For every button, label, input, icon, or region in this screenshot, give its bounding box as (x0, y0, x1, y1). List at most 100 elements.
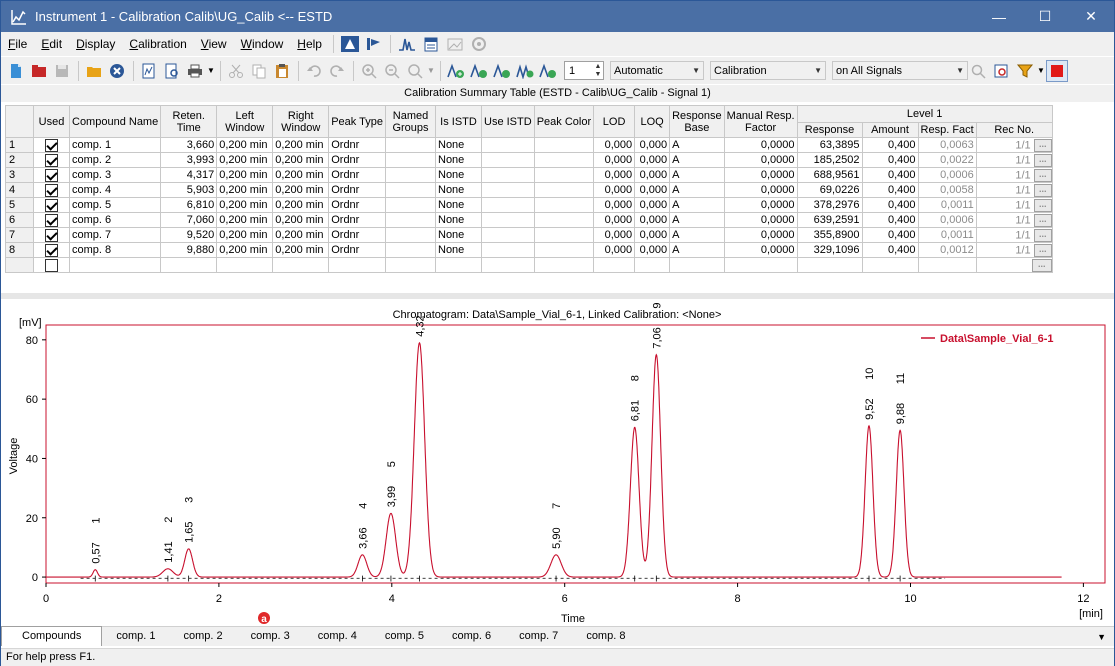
new-file-icon[interactable] (5, 60, 27, 82)
amount-cell[interactable]: 0,400 (861, 212, 919, 228)
right-window-cell[interactable]: 0,200 min (272, 197, 330, 213)
amount-cell[interactable]: 0,400 (861, 197, 919, 213)
named-groups-cell[interactable] (385, 212, 436, 228)
zoom-out-icon[interactable] (381, 60, 403, 82)
peak-type-cell[interactable]: Ordnr (328, 137, 386, 153)
response-cell[interactable]: 355,8900 (796, 227, 863, 243)
manual-resp-factor-cell[interactable]: 0,0000 (723, 242, 798, 258)
left-window-cell[interactable]: 0,200 min (216, 137, 274, 153)
response-cell[interactable]: 329,1096 (796, 242, 863, 258)
peak-color-cell[interactable] (533, 137, 595, 153)
used-checkbox[interactable] (45, 138, 58, 152)
table-row[interactable]: 4 comp. 4 5,903 0,200 min 0,200 min Ordnr None… (5, 182, 1053, 198)
table-row[interactable]: 5 comp. 5 6,810 0,200 min 0,200 min Ordnr None… (5, 197, 1053, 213)
table-row[interactable]: 7 comp. 7 9,520 0,200 min 0,200 min Ordnr None… (5, 227, 1053, 243)
amount-cell[interactable]: 0,400 (861, 182, 919, 198)
is-istd-cell[interactable]: None (435, 167, 482, 183)
named-groups-cell[interactable] (385, 227, 436, 243)
menu-window[interactable]: Window (234, 37, 291, 51)
used-cell[interactable] (33, 182, 70, 198)
lod-cell[interactable]: 0,000 (593, 182, 636, 198)
peak-type-cell[interactable]: Ordnr (328, 212, 386, 228)
table-row[interactable]: 8 comp. 8 9,880 0,200 min 0,200 min Ordnr None… (5, 242, 1053, 258)
peak-multi-icon[interactable] (514, 60, 536, 82)
right-window-cell[interactable]: 0,200 min (272, 152, 330, 168)
reten-time-cell[interactable]: 9,880 (160, 242, 218, 258)
tab-comp-8[interactable]: comp. 8 (572, 628, 639, 646)
used-cell[interactable] (33, 197, 70, 213)
used-checkbox[interactable] (45, 213, 58, 227)
compound-name-cell[interactable]: comp. 6 (68, 212, 162, 228)
close-button[interactable]: ✕ (1068, 1, 1114, 32)
right-window-cell[interactable]: 0,200 min (272, 242, 330, 258)
table-row[interactable]: 3 comp. 3 4,317 0,200 min 0,200 min Ordnr None… (5, 167, 1053, 183)
use-istd-cell[interactable] (481, 137, 535, 153)
peak-color-cell[interactable] (533, 212, 595, 228)
rec-no-cell[interactable]: 1/1 ... (975, 212, 1053, 228)
lod-cell[interactable]: 0,000 (593, 212, 636, 228)
tabs-dropdown-icon[interactable]: ▼ (1097, 632, 1106, 642)
right-window-cell[interactable]: 0,200 min (272, 227, 330, 243)
col-peak-type[interactable]: Peak Type (328, 105, 386, 138)
use-istd-cell[interactable] (481, 167, 535, 183)
used-checkbox[interactable] (45, 243, 58, 257)
loq-cell[interactable]: 0,000 (634, 152, 671, 168)
manual-resp-factor-cell[interactable]: 0,0000 (723, 152, 798, 168)
response-base-cell[interactable]: A (669, 227, 725, 243)
tab-compounds[interactable]: Compounds (1, 626, 103, 646)
image-icon[interactable] (445, 35, 465, 53)
menu-edit[interactable]: Edit (34, 37, 69, 51)
tab-comp-6[interactable]: comp. 6 (438, 628, 505, 646)
reten-time-cell[interactable]: 5,903 (160, 182, 218, 198)
col-used[interactable]: Used (33, 105, 70, 138)
zoom-icon[interactable] (404, 60, 426, 82)
response-cell[interactable]: 378,2976 (796, 197, 863, 213)
table-report-icon[interactable] (421, 35, 441, 53)
col-rec-no[interactable]: Rec No. (975, 122, 1053, 138)
response-cell[interactable]: 639,2591 (796, 212, 863, 228)
col-peak-color[interactable]: Peak Color (533, 105, 595, 138)
used-cell[interactable] (33, 167, 70, 183)
peak-type-cell[interactable]: Ordnr (328, 152, 386, 168)
col-right-window[interactable]: Right Window (272, 105, 330, 138)
amount-cell[interactable]: 0,400 (861, 227, 919, 243)
used-cell[interactable] (33, 227, 70, 243)
col-response-base[interactable]: Response Base (669, 105, 725, 138)
loq-cell[interactable]: 0,000 (634, 197, 671, 213)
is-istd-cell[interactable]: None (435, 227, 482, 243)
menu-file[interactable]: File (1, 37, 34, 51)
is-istd-cell[interactable]: None (435, 197, 482, 213)
left-window-cell[interactable]: 0,200 min (216, 182, 274, 198)
peak-refresh-icon[interactable] (491, 60, 513, 82)
tab-comp-1[interactable]: comp. 1 (102, 628, 169, 646)
open-folder-red-icon[interactable] (28, 60, 50, 82)
save-icon[interactable] (51, 60, 73, 82)
left-window-cell[interactable]: 0,200 min (216, 227, 274, 243)
circle-settings-icon[interactable] (469, 35, 489, 53)
tab-comp-2[interactable]: comp. 2 (169, 628, 236, 646)
col-reten-time[interactable]: Reten. Time (160, 105, 218, 138)
used-checkbox[interactable] (45, 228, 58, 242)
rec-no-cell[interactable]: 1/1 ... (975, 182, 1053, 198)
response-cell[interactable]: 185,2502 (796, 152, 863, 168)
bar-flag-icon[interactable] (364, 35, 384, 53)
redo-icon[interactable] (326, 60, 348, 82)
loq-cell[interactable]: 0,000 (634, 212, 671, 228)
named-groups-cell[interactable] (385, 137, 436, 153)
peak-type-cell[interactable]: Ordnr (328, 197, 386, 213)
col-response[interactable]: Response (796, 122, 863, 138)
more-button[interactable]: ... (1033, 228, 1052, 242)
lod-cell[interactable]: 0,000 (593, 152, 636, 168)
response-cell[interactable]: 63,3895 (796, 137, 863, 153)
manual-resp-factor-cell[interactable]: 0,0000 (723, 182, 798, 198)
use-istd-cell[interactable] (481, 242, 535, 258)
col-is-istd[interactable]: Is ISTD (435, 105, 482, 138)
cut-icon[interactable] (225, 60, 247, 82)
stepper-arrows-icon[interactable]: ▲ ▼ (593, 63, 603, 79)
used-checkbox[interactable] (45, 153, 58, 167)
manual-resp-factor-cell[interactable]: 0,0000 (723, 137, 798, 153)
compound-name-cell[interactable]: comp. 4 (68, 182, 162, 198)
lod-cell[interactable]: 0,000 (593, 197, 636, 213)
named-groups-cell[interactable] (385, 242, 436, 258)
used-checkbox[interactable] (45, 198, 58, 212)
